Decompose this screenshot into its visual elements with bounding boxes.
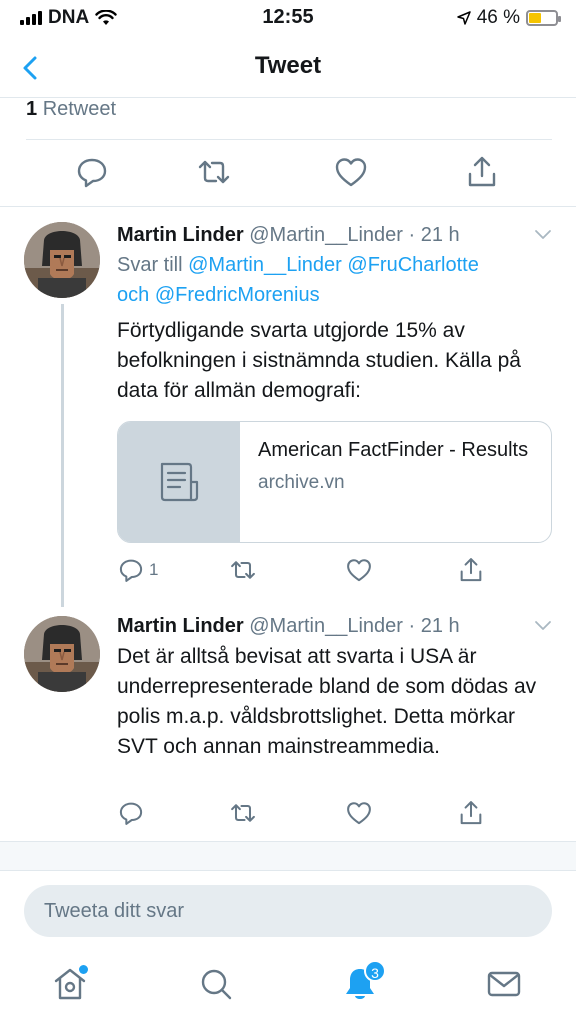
share-button[interactable]: [457, 556, 485, 584]
battery-icon: [526, 10, 561, 26]
retweet-button[interactable]: [229, 556, 257, 584]
author-handle-time: @Martin__Linder · 21 h: [249, 224, 460, 246]
retweet-icon: [231, 561, 255, 579]
divider: [0, 206, 576, 207]
tweet-2-actions: [117, 799, 497, 829]
avatar-image: [24, 222, 100, 298]
avatar-image: [24, 616, 100, 692]
tab-messages[interactable]: [484, 964, 524, 1004]
card-domain: archive.vn: [258, 472, 345, 493]
nav-bar: Tweet: [0, 40, 576, 98]
reply-count: 1: [149, 560, 159, 579]
retweet-icon: [231, 804, 255, 822]
reply-input[interactable]: Tweeta ditt svar: [24, 885, 552, 937]
share-button[interactable]: [464, 154, 500, 190]
notifications-badge: 3: [364, 960, 386, 982]
share-icon: [460, 801, 482, 825]
retweet-button[interactable]: [196, 154, 232, 190]
like-button[interactable]: [345, 556, 373, 584]
avatar[interactable]: [24, 616, 100, 692]
document-icon: [160, 462, 199, 502]
home-new-dot: [79, 965, 88, 974]
reply-icon: [119, 559, 143, 582]
author-name[interactable]: Martin Linder: [117, 615, 244, 637]
heart-icon: [335, 158, 367, 187]
reply-icon: [77, 158, 107, 188]
tweet-text: Det är alltså bevisat att svarta i USA ä…: [117, 645, 537, 758]
status-bar: DNA 12:55 46 %: [0, 0, 576, 40]
retweet-button[interactable]: [229, 799, 257, 827]
author-handle-time: @Martin__Linder · 21 h: [249, 615, 460, 637]
location-arrow-icon: [456, 11, 471, 25]
mention-link[interactable]: @Martin__Linder: [188, 254, 342, 276]
share-icon: [460, 558, 482, 582]
reply-button[interactable]: [117, 799, 145, 827]
retweet-count: 1: [26, 98, 38, 120]
reply-placeholder: Tweeta ditt svar: [44, 899, 185, 922]
card-thumbnail: [118, 422, 240, 542]
heart-icon: [347, 559, 371, 582]
like-button[interactable]: [333, 154, 369, 190]
tweet-header: Martin Linder @Martin__Linder · 21 h: [117, 222, 554, 248]
tab-search[interactable]: [196, 964, 236, 1004]
thread-connector: [61, 304, 64, 607]
tab-bar: 3: [0, 952, 576, 1024]
reply-icon: [119, 802, 143, 825]
chevron-down-icon[interactable]: [532, 226, 554, 242]
main-tweet-actions: [0, 140, 576, 206]
like-button[interactable]: [345, 799, 373, 827]
reply-prefix: Svar till: [117, 254, 189, 276]
share-button[interactable]: [457, 799, 485, 827]
reply-context: Svar till @Martin__Linder @FruCharlotte o…: [117, 250, 554, 310]
tab-home[interactable]: [50, 964, 90, 1004]
tab-notifications[interactable]: 3: [340, 960, 386, 1004]
retweet-icon: [198, 160, 230, 184]
page-title: Tweet: [254, 52, 322, 79]
heart-icon: [347, 802, 371, 825]
search-icon: [201, 969, 232, 1000]
envelope-icon: [487, 971, 521, 997]
tweet-text: Förtydligande svarta utgjorde 15% av bef…: [117, 319, 521, 402]
avatar[interactable]: [24, 222, 100, 298]
battery-level: [529, 13, 541, 23]
reply-button[interactable]: 1: [117, 556, 158, 584]
section-separator: [0, 841, 576, 871]
reply-button[interactable]: [74, 154, 110, 190]
status-right: 46 %: [456, 7, 561, 29]
battery-percent: 46 %: [476, 7, 520, 28]
link-card[interactable]: American FactFinder - Results archive.vn: [117, 421, 552, 543]
retweet-label: Retweet: [42, 98, 117, 120]
chevron-down-icon[interactable]: [532, 617, 554, 633]
reply-and: och: [117, 284, 155, 306]
mention-link[interactable]: @FruCharlotte: [347, 254, 478, 276]
card-title: American FactFinder - Results: [258, 439, 529, 461]
retweet-count-row[interactable]: 1 Retweet: [26, 98, 552, 140]
author-name[interactable]: Martin Linder: [117, 224, 244, 246]
mention-link[interactable]: @FredricMorenius: [155, 284, 320, 306]
tweet-header: Martin Linder @Martin__Linder · 21 h: [117, 613, 554, 639]
share-icon: [468, 156, 496, 187]
tweet-1-actions: 1: [117, 556, 497, 586]
